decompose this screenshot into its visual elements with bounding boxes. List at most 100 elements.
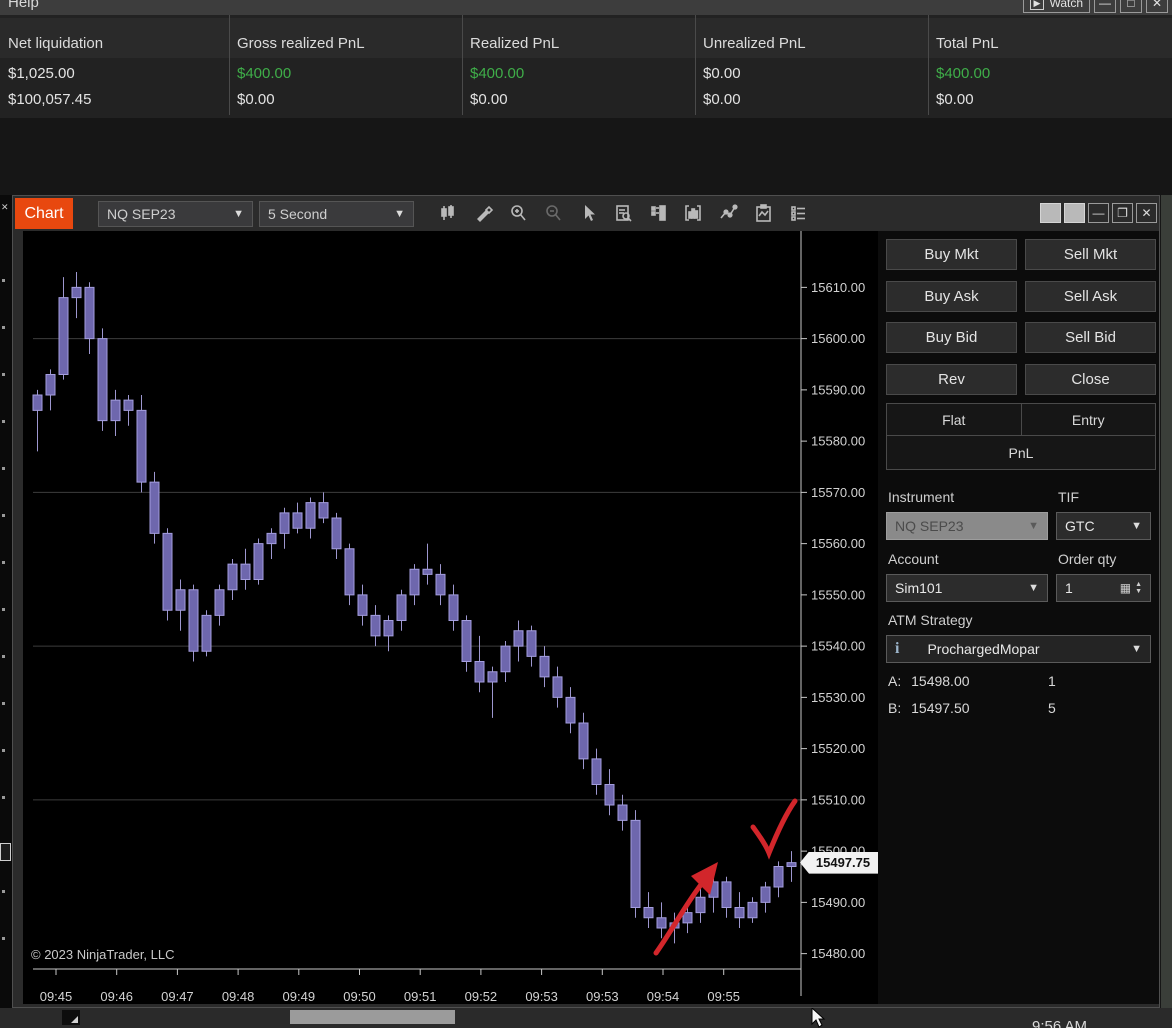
cursor-icon[interactable] bbox=[573, 200, 603, 227]
column-header: Net liquidation bbox=[8, 35, 103, 52]
chevron-down-icon: ▼ bbox=[1131, 643, 1142, 655]
zoom-out-icon[interactable] bbox=[538, 200, 568, 227]
sell-mkt-button[interactable]: Sell Mkt bbox=[1025, 239, 1156, 270]
draw-pencil-icon[interactable] bbox=[468, 200, 498, 227]
candle-body bbox=[293, 513, 302, 528]
mouse-cursor-icon bbox=[810, 1008, 828, 1028]
instrument-label: Instrument bbox=[888, 489, 954, 505]
sell-ask-button[interactable]: Sell Ask bbox=[1025, 281, 1156, 312]
chart-restore-button[interactable]: ❐ bbox=[1112, 203, 1133, 223]
window-minimize-button[interactable]: — bbox=[1094, 0, 1116, 13]
candle-body bbox=[774, 867, 783, 888]
candle-body bbox=[371, 615, 380, 636]
qty-spinner[interactable]: ▲▼ bbox=[1135, 581, 1142, 595]
account-label: Account bbox=[888, 551, 939, 567]
zoom-in-icon[interactable] bbox=[503, 200, 533, 227]
resize-grip-icon[interactable] bbox=[62, 1010, 80, 1025]
time-tick-label: 09:49 bbox=[283, 989, 316, 1004]
candle-body bbox=[163, 533, 172, 610]
app-titlebar: Help ▶ Watch — □ ✕ bbox=[0, 0, 1172, 15]
indicators-icon[interactable] bbox=[678, 200, 708, 227]
time-tick-label: 09:45 bbox=[40, 989, 73, 1004]
account-window-body bbox=[0, 118, 1172, 195]
panel-toggle-2-button[interactable] bbox=[1064, 203, 1085, 223]
interval-dropdown[interactable]: 5 Second ▼ bbox=[259, 201, 414, 227]
tab-entry[interactable]: Entry bbox=[1021, 404, 1156, 435]
menu-help[interactable]: Help bbox=[8, 0, 39, 11]
candle-body bbox=[423, 569, 432, 574]
properties-icon[interactable] bbox=[783, 200, 813, 227]
info-icon[interactable]: i bbox=[895, 640, 899, 658]
sell-bid-button[interactable]: Sell Bid bbox=[1025, 322, 1156, 353]
tif-dropdown[interactable]: GTC ▼ bbox=[1056, 512, 1151, 540]
column-divider bbox=[928, 15, 929, 115]
candle-body bbox=[540, 656, 549, 677]
order-qty-input[interactable]: 1 ▦ ▲▼ bbox=[1056, 574, 1151, 602]
account-dropdown[interactable]: Sim101 ▼ bbox=[886, 574, 1048, 602]
time-tick-label: 09:47 bbox=[161, 989, 194, 1004]
price-tick-label: 15590.00 bbox=[811, 382, 865, 397]
candle-body bbox=[72, 287, 81, 297]
candle-body bbox=[683, 913, 692, 923]
position-mode-row: Flat Entry bbox=[886, 403, 1156, 436]
level-b-price: 15497.50 bbox=[911, 700, 969, 716]
price-chart[interactable]: 15610.0015600.0015590.0015580.0015570.00… bbox=[23, 231, 890, 1004]
candle-body bbox=[436, 574, 445, 595]
time-tick-label: 09:50 bbox=[343, 989, 376, 1004]
horizontal-scrollbar-thumb[interactable] bbox=[290, 1010, 455, 1024]
pnl-display[interactable]: PnL bbox=[886, 435, 1156, 470]
candle-body bbox=[111, 400, 120, 421]
window-close-button[interactable]: ✕ bbox=[1146, 0, 1168, 13]
candle-body bbox=[189, 590, 198, 652]
chart-tab[interactable]: Chart bbox=[15, 198, 73, 229]
chevron-down-icon: ▼ bbox=[1131, 520, 1142, 532]
candle-body bbox=[150, 482, 159, 533]
candle-body bbox=[306, 503, 315, 529]
atm-strategy-dropdown[interactable]: i ProchargedMopar ▼ bbox=[886, 635, 1151, 663]
level-b-qty: 5 bbox=[1048, 700, 1056, 716]
account-value-cell: $400.00 bbox=[936, 65, 990, 82]
data-box-icon[interactable] bbox=[608, 200, 638, 227]
panel-toggle-1-button[interactable] bbox=[1040, 203, 1061, 223]
instrument-dropdown[interactable]: NQ SEP23 ▼ bbox=[98, 201, 253, 227]
buy-ask-button[interactable]: Buy Ask bbox=[886, 281, 1017, 312]
candle-body bbox=[605, 785, 614, 806]
candle-body bbox=[254, 544, 263, 580]
time-tick-label: 09:52 bbox=[465, 989, 498, 1004]
candle-body bbox=[579, 723, 588, 759]
buy-bid-button[interactable]: Buy Bid bbox=[886, 322, 1017, 353]
price-tick-label: 15610.00 bbox=[811, 280, 865, 295]
close-button[interactable]: Close bbox=[1025, 364, 1156, 395]
account-value-cell: $100,057.45 bbox=[8, 91, 91, 108]
price-tick-label: 15540.00 bbox=[811, 639, 865, 654]
chevron-down-icon: ▼ bbox=[394, 208, 405, 220]
window-maximize-button[interactable]: □ bbox=[1120, 0, 1142, 13]
candle-body bbox=[319, 503, 328, 518]
price-tick-label: 15480.00 bbox=[811, 946, 865, 961]
account-value-cell: $0.00 bbox=[703, 91, 741, 108]
watch-button[interactable]: ▶ Watch bbox=[1023, 0, 1090, 13]
candle-body bbox=[397, 595, 406, 621]
candle-body bbox=[33, 395, 42, 410]
background-close-icon[interactable]: ✕ bbox=[1, 202, 9, 213]
candle-body bbox=[137, 410, 146, 482]
candle-body bbox=[46, 375, 55, 396]
price-tick-label: 15490.00 bbox=[811, 895, 865, 910]
rev-button[interactable]: Rev bbox=[886, 364, 1017, 395]
background-price-box bbox=[0, 843, 11, 861]
candle-body bbox=[202, 615, 211, 651]
copyright-text: © 2023 NinjaTrader, LLC bbox=[31, 947, 175, 962]
strategies-icon[interactable] bbox=[713, 200, 743, 227]
calculator-icon[interactable]: ▦ bbox=[1120, 581, 1131, 595]
chart-trader-icon[interactable] bbox=[643, 200, 673, 227]
chart-minimize-button[interactable]: — bbox=[1088, 203, 1109, 223]
account-value-cell: $400.00 bbox=[470, 65, 524, 82]
tab-flat[interactable]: Flat bbox=[887, 404, 1021, 435]
market-analyzer-icon[interactable] bbox=[748, 200, 778, 227]
chart-style-icon[interactable] bbox=[433, 200, 463, 227]
chart-close-button[interactable]: ✕ bbox=[1136, 203, 1157, 223]
candle-body bbox=[644, 908, 653, 918]
candle-body bbox=[475, 662, 484, 683]
buy-mkt-button[interactable]: Buy Mkt bbox=[886, 239, 1017, 270]
price-tick-label: 15570.00 bbox=[811, 485, 865, 500]
